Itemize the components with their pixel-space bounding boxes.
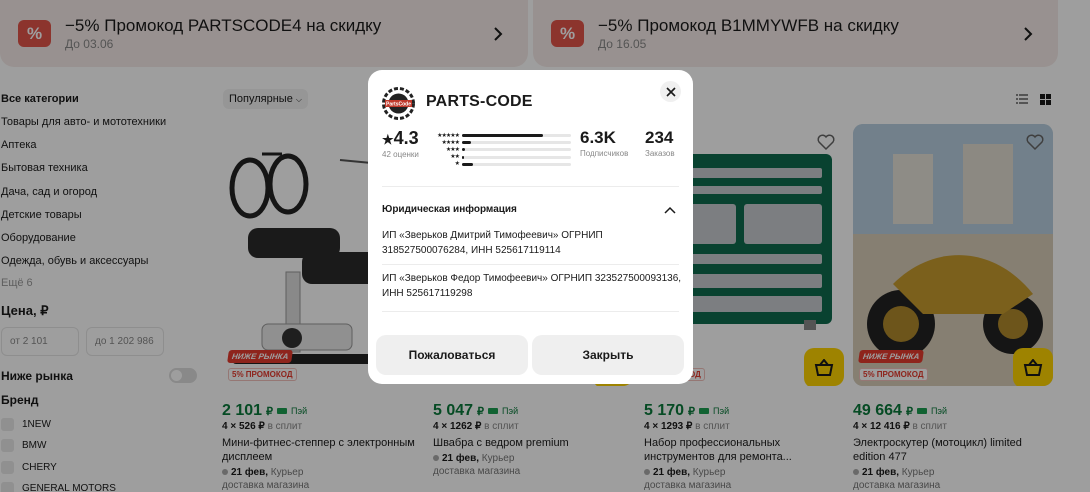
- orders-label: Заказов: [645, 149, 675, 158]
- orders-stat: 234 Заказов: [645, 128, 675, 158]
- rating-distribution: ★★★★★ ★★★★ ★★★ ★★ ★: [426, 132, 571, 168]
- rating-bar-row: ★★★: [426, 146, 571, 153]
- rating-bar-stars: ★★: [450, 154, 460, 161]
- seller-logo-text: PartsCode: [386, 102, 411, 108]
- rating-bar-stars: ★★★: [445, 146, 460, 153]
- orders-value: 234: [645, 128, 674, 147]
- rating-bar-fill: [462, 155, 465, 159]
- divider: [382, 311, 679, 312]
- rating-bar-fill: [462, 141, 471, 145]
- rating-bar-row: ★: [426, 161, 571, 168]
- rating-count: 42 оценки: [382, 150, 419, 159]
- rating-bar-row: ★★: [426, 154, 571, 161]
- rating-bar-track: [462, 134, 571, 138]
- seller-name: PARTS-CODE: [426, 93, 533, 110]
- seller-rating: ★4.3 42 оценки: [382, 128, 419, 159]
- rating-bar-stars: ★★★★: [441, 139, 460, 146]
- subscribers-label: Подписчиков: [580, 149, 629, 158]
- complain-button[interactable]: Пожаловаться: [376, 335, 528, 375]
- close-icon[interactable]: [660, 81, 681, 102]
- subscribers-stat: 6.3K Подписчиков: [580, 128, 628, 158]
- close-button[interactable]: Закрыть: [532, 335, 684, 375]
- legal-info-title[interactable]: Юридическая информация: [382, 204, 517, 215]
- seller-logo: PartsCode: [382, 87, 415, 120]
- divider: [382, 264, 679, 265]
- rating-bar-fill: [462, 162, 473, 166]
- rating-bar-track: [462, 155, 571, 159]
- rating-bar-row: ★★★★: [426, 139, 571, 146]
- rating-bar-track: [462, 162, 571, 166]
- chevron-up-icon[interactable]: [663, 203, 677, 217]
- legal-entry: ИП «Зверьков Дмитрий Тимофеевич» ОГРНИП …: [382, 230, 603, 256]
- rating-bar-stars: ★★★★★: [437, 132, 460, 139]
- subscribers-value: 6.3K: [580, 128, 616, 147]
- rating-bar-track: [462, 141, 571, 145]
- divider: [382, 186, 679, 187]
- legal-entry: ИП «Зверьков Федор Тимофеевич» ОГРНИП 32…: [382, 273, 682, 299]
- star-icon: ★: [382, 132, 394, 147]
- rating-bar-stars: ★: [454, 161, 460, 168]
- rating-number: 4.3: [393, 128, 419, 148]
- rating-value: ★4.3: [382, 128, 419, 149]
- rating-bar-fill: [462, 134, 543, 138]
- rating-bar-row: ★★★★★: [426, 132, 571, 139]
- seller-info-modal: PartsCode PARTS-CODE ★4.3 42 оценки ★★★★…: [368, 70, 693, 384]
- rating-bar-fill: [462, 148, 466, 152]
- rating-bar-track: [462, 148, 571, 152]
